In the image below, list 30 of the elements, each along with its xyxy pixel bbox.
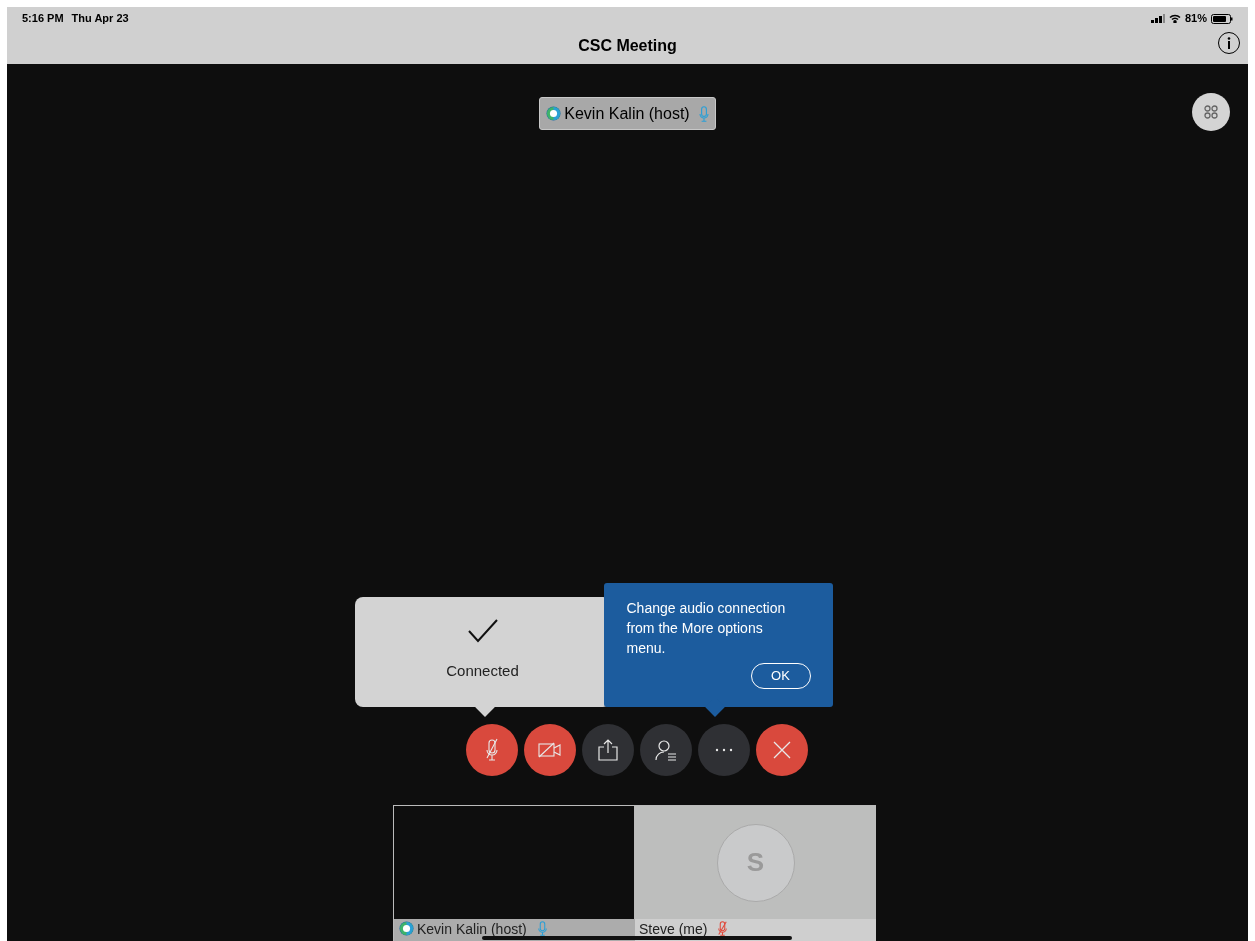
tip-text: Change audio connection from the More options menu. bbox=[626, 599, 787, 658]
grid-icon bbox=[1204, 105, 1218, 119]
signal-icon bbox=[1150, 14, 1165, 23]
muted-camera-icon bbox=[537, 741, 562, 759]
participant-tile[interactable]: Kevin Kalin (host) bbox=[394, 806, 635, 941]
battery-percent: 81% bbox=[1184, 11, 1207, 27]
leave-button[interactable] bbox=[755, 724, 808, 776]
status-time: 5:16 PM bbox=[22, 11, 64, 27]
share-button[interactable] bbox=[581, 724, 634, 776]
microphone-button[interactable] bbox=[465, 724, 518, 776]
more-icon bbox=[714, 748, 733, 752]
battery-icon bbox=[1211, 13, 1233, 24]
participants-button[interactable] bbox=[639, 724, 692, 776]
info-icon bbox=[1227, 37, 1231, 49]
participants-icon bbox=[654, 739, 677, 761]
logo-icon bbox=[399, 921, 414, 936]
close-icon bbox=[772, 741, 791, 759]
participant-name: Kevin Kalin (host) bbox=[417, 921, 527, 937]
speaker-name: Kevin Kalin (host) bbox=[564, 103, 690, 124]
camera-button[interactable] bbox=[523, 724, 576, 776]
muted-microphone-icon bbox=[484, 738, 499, 762]
logo-icon bbox=[546, 106, 562, 121]
window-title: CSC Meeting bbox=[578, 35, 677, 56]
connected-label: Connected bbox=[446, 661, 519, 681]
layout-button[interactable] bbox=[1192, 93, 1230, 131]
participant-name: Steve (me) bbox=[639, 921, 708, 937]
checkmark-icon bbox=[467, 619, 498, 643]
status-date: Thu Apr 23 bbox=[71, 11, 129, 27]
share-icon bbox=[596, 739, 619, 761]
wifi-icon bbox=[1168, 14, 1181, 23]
